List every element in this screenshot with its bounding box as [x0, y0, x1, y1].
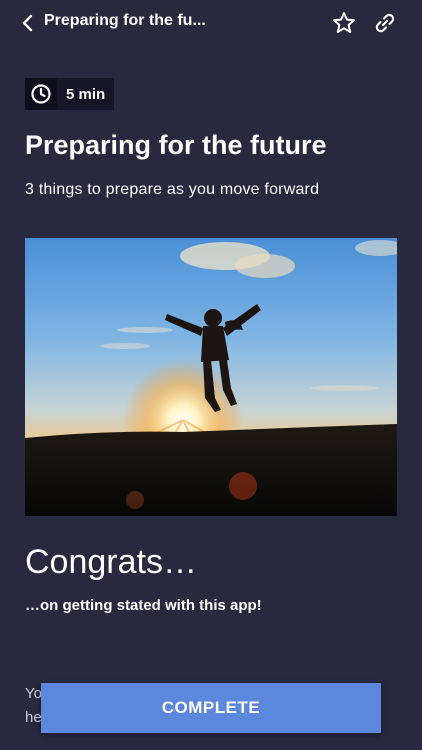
page-subtitle: 3 things to prepare as you move forward — [25, 181, 320, 198]
section-heading: Congrats… — [25, 543, 197, 581]
top-bar: Preparing for the fu... — [0, 0, 422, 46]
chevron-left-icon — [22, 14, 33, 32]
header-title: Preparing for the fu... — [44, 12, 206, 29]
duration-label: 5 min — [57, 78, 115, 110]
clock-icon — [31, 84, 51, 104]
duration-icon-container — [25, 78, 57, 110]
duration-badge: 5 min — [25, 78, 115, 110]
body-text-line-1: Yo — [25, 685, 42, 702]
page-title: Preparing for the future — [25, 130, 327, 160]
hero-image — [25, 238, 397, 516]
star-icon — [333, 12, 355, 33]
favorite-button[interactable] — [332, 11, 356, 35]
article-screen: Preparing for the fu... 5 min Preparing … — [0, 0, 422, 750]
link-icon — [375, 13, 395, 33]
back-button[interactable] — [18, 12, 38, 34]
body-text-line-2: he — [25, 709, 42, 726]
section-subheading: …on getting stated with this app! — [25, 597, 262, 614]
complete-button[interactable]: COMPLETE — [41, 683, 381, 733]
share-link-button[interactable] — [373, 11, 397, 35]
